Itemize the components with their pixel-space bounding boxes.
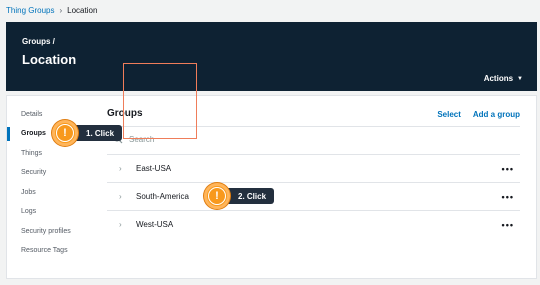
chevron-right-icon[interactable]: › [119, 192, 122, 201]
chevron-right-icon[interactable]: › [119, 164, 122, 173]
group-name[interactable]: South-America [136, 192, 189, 201]
sidebar-item-resource-tags[interactable]: Resource Tags [21, 247, 68, 254]
sidebar-item-details[interactable]: Details [21, 111, 42, 118]
add-group-link[interactable]: Add a group [473, 110, 520, 119]
group-row-east-usa[interactable]: › East-USA ••• [107, 154, 520, 182]
actions-label: Actions [483, 74, 514, 83]
group-name[interactable]: East-USA [136, 164, 171, 173]
breadcrumb: Thing Groups › Location [6, 4, 97, 16]
alert-badge-text: ! [208, 187, 226, 205]
breadcrumb-thing-groups-link[interactable]: Thing Groups [6, 6, 54, 15]
sidebar-item-security[interactable]: Security [21, 169, 46, 176]
alert-icon: ! [204, 183, 230, 209]
caret-down-icon: ▼ [517, 75, 523, 82]
row-highlight-box [123, 63, 197, 139]
side-navigation: Details Groups Things Security Jobs Logs… [7, 96, 97, 278]
breadcrumb-separator-icon: › [59, 5, 63, 15]
more-options-icon[interactable]: ••• [502, 164, 514, 174]
callout-text: 1. Click [86, 128, 115, 138]
page-header: Groups / Location Actions ▼ [6, 22, 537, 91]
breadcrumb-current: Location [67, 5, 98, 15]
group-name[interactable]: West-USA [136, 220, 173, 229]
alert-icon: ! [52, 120, 78, 146]
more-options-icon[interactable]: ••• [502, 220, 514, 230]
select-link[interactable]: Select [437, 110, 461, 119]
sidebar-item-jobs[interactable]: Jobs [21, 189, 36, 196]
group-row-south-america[interactable]: › South-America ••• [107, 182, 520, 210]
group-row-west-usa[interactable]: › West-USA ••• [107, 210, 520, 238]
sidebar-item-things[interactable]: Things [21, 150, 42, 157]
content-panel: Details Groups Things Security Jobs Logs… [6, 95, 537, 279]
active-indicator [7, 127, 10, 141]
callout-text: 2. Click [238, 191, 267, 201]
page-title: Location [22, 52, 77, 67]
header-crumb-groups[interactable]: Groups / [22, 37, 55, 46]
sidebar-item-logs[interactable]: Logs [21, 208, 36, 215]
actions-button[interactable]: Actions ▼ [484, 74, 523, 83]
sidebar-item-security-profiles[interactable]: Security profiles [21, 228, 71, 235]
groups-actions: Select Add a group [437, 110, 520, 119]
chevron-right-icon[interactable]: › [119, 220, 122, 229]
sidebar-item-groups[interactable]: Groups [21, 130, 46, 137]
alert-badge-text: ! [56, 124, 74, 142]
more-options-icon[interactable]: ••• [502, 192, 514, 202]
